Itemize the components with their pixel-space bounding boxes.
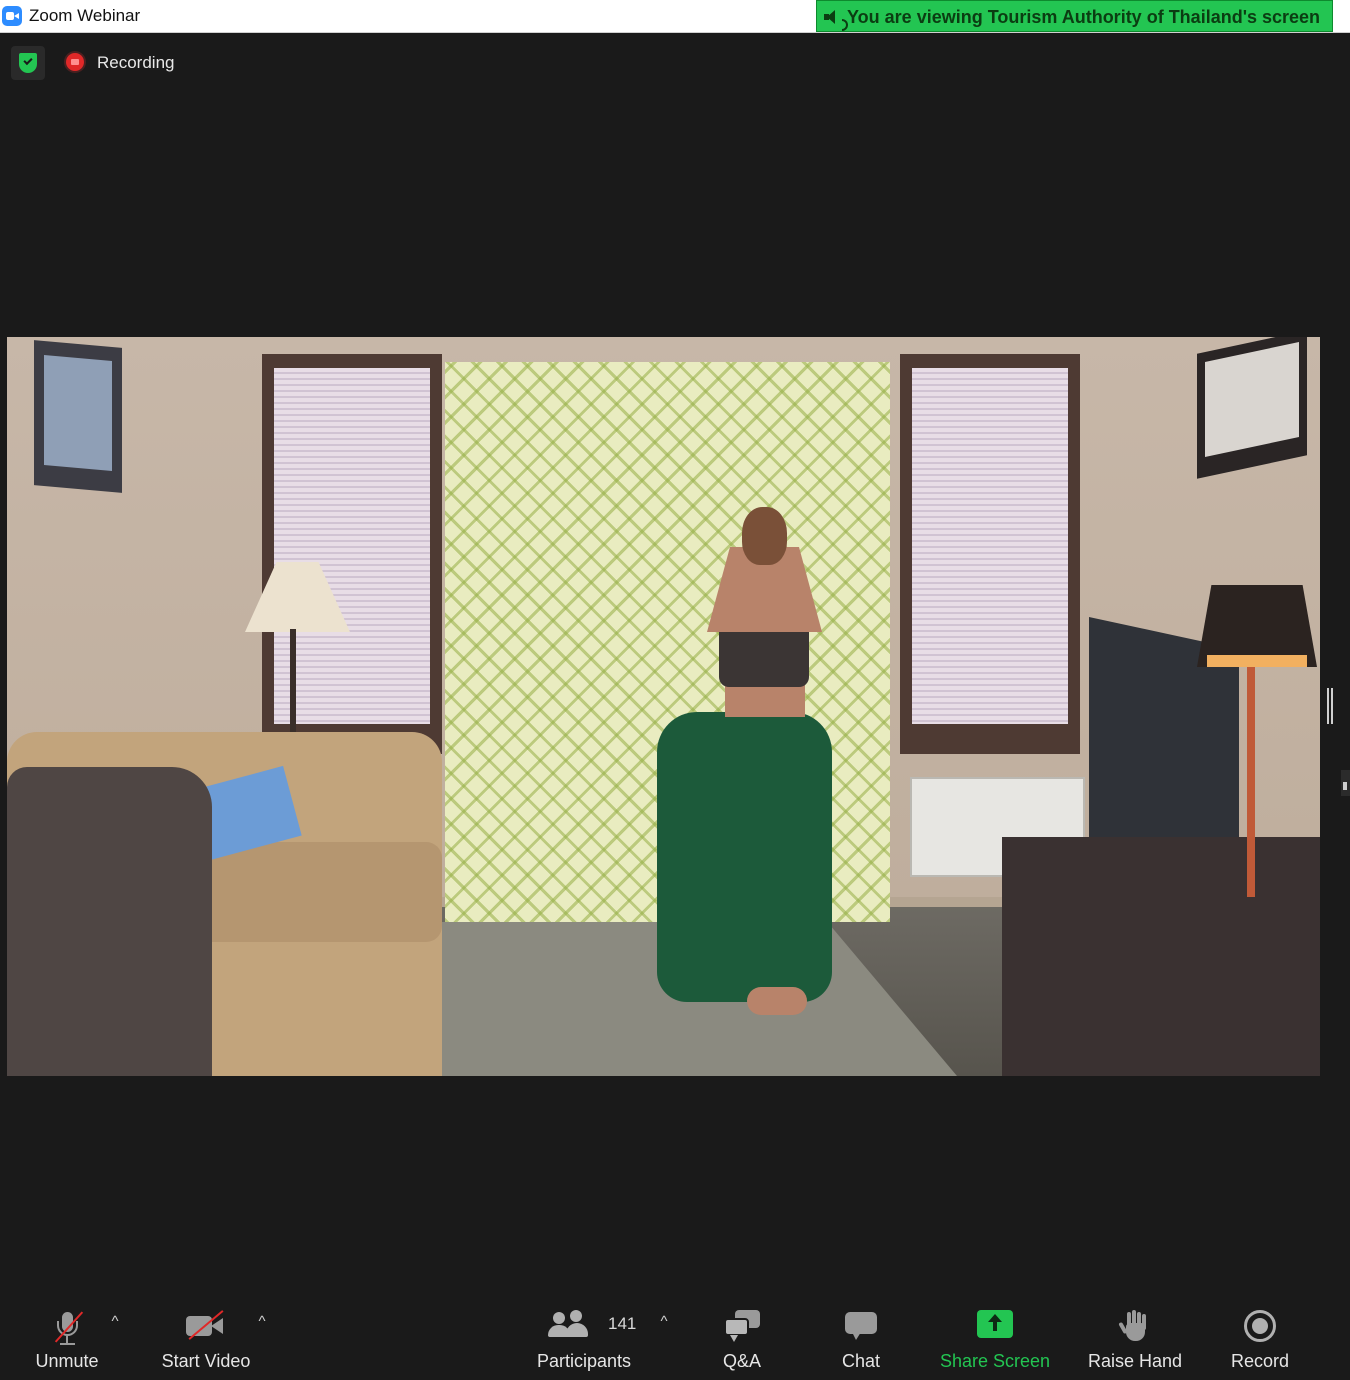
video-dancer-foot xyxy=(747,987,807,1015)
microphone-muted-icon xyxy=(52,1310,84,1346)
record-button[interactable]: Record xyxy=(1222,1294,1298,1380)
participants-count: 141 xyxy=(608,1314,637,1333)
video-tv-stand xyxy=(1002,837,1320,1076)
record-label: Record xyxy=(1230,1351,1290,1371)
recording-label: Recording xyxy=(97,53,175,72)
raise-hand-button[interactable]: Raise Hand xyxy=(1082,1294,1188,1380)
video-window-left xyxy=(262,354,442,754)
speaker-icon xyxy=(824,9,848,31)
side-panel-handle[interactable] xyxy=(1341,770,1350,796)
video-window-right xyxy=(900,354,1080,754)
share-screen-label: Share Screen xyxy=(939,1351,1051,1371)
participants-icon xyxy=(548,1310,589,1340)
participants-options-caret[interactable]: ^ xyxy=(654,1312,674,1332)
participants-button[interactable]: Participants xyxy=(528,1294,640,1380)
resize-handle[interactable] xyxy=(1327,688,1333,724)
share-screen-button[interactable]: Share Screen xyxy=(935,1294,1055,1380)
video-wall-picture-left xyxy=(34,340,122,493)
recording-icon xyxy=(66,53,84,71)
qa-button[interactable]: Q&A xyxy=(705,1294,779,1380)
unmute-label: Unmute xyxy=(35,1351,99,1371)
qa-label: Q&A xyxy=(722,1351,761,1371)
video-camera-off-icon xyxy=(186,1310,226,1340)
viewing-screen-text: You are viewing Tourism Authority of Tha… xyxy=(847,7,1321,27)
security-shield-button[interactable] xyxy=(11,46,45,80)
zoom-app-icon xyxy=(2,6,22,26)
video-lamp-right xyxy=(1197,585,1317,667)
video-chair xyxy=(7,767,212,1076)
raise-hand-label: Raise Hand xyxy=(1087,1351,1183,1371)
participants-label: Participants xyxy=(536,1351,632,1371)
chat-label: Chat xyxy=(841,1351,881,1371)
video-options-caret[interactable]: ^ xyxy=(252,1312,272,1332)
video-wall-picture-right xyxy=(1197,337,1307,479)
start-video-button[interactable]: Start Video xyxy=(150,1294,262,1380)
qa-icon xyxy=(722,1310,762,1342)
shared-screen-video xyxy=(7,337,1320,1076)
share-screen-icon xyxy=(977,1310,1013,1338)
meeting-toolbar: Unmute ^ Start Video ^ Participants 141 … xyxy=(0,1294,1350,1380)
video-dancer-waist xyxy=(725,682,805,717)
chat-button[interactable]: Chat xyxy=(825,1294,897,1380)
record-icon xyxy=(1244,1310,1276,1342)
raise-hand-icon xyxy=(1118,1310,1149,1342)
security-shield-icon xyxy=(19,53,37,73)
video-lamp-right-pole xyxy=(1247,667,1255,897)
title-bar: Zoom Webinar You are viewing Tourism Aut… xyxy=(0,0,1350,33)
window-title: Zoom Webinar xyxy=(29,6,141,25)
video-dancer-head xyxy=(742,507,787,565)
chat-icon xyxy=(845,1310,877,1340)
start-video-label: Start Video xyxy=(161,1351,251,1371)
viewing-screen-banner[interactable]: You are viewing Tourism Authority of Tha… xyxy=(816,0,1333,32)
unmute-button[interactable]: Unmute xyxy=(20,1294,114,1380)
video-dancer-pants xyxy=(657,712,832,1002)
audio-options-caret[interactable]: ^ xyxy=(105,1312,125,1332)
